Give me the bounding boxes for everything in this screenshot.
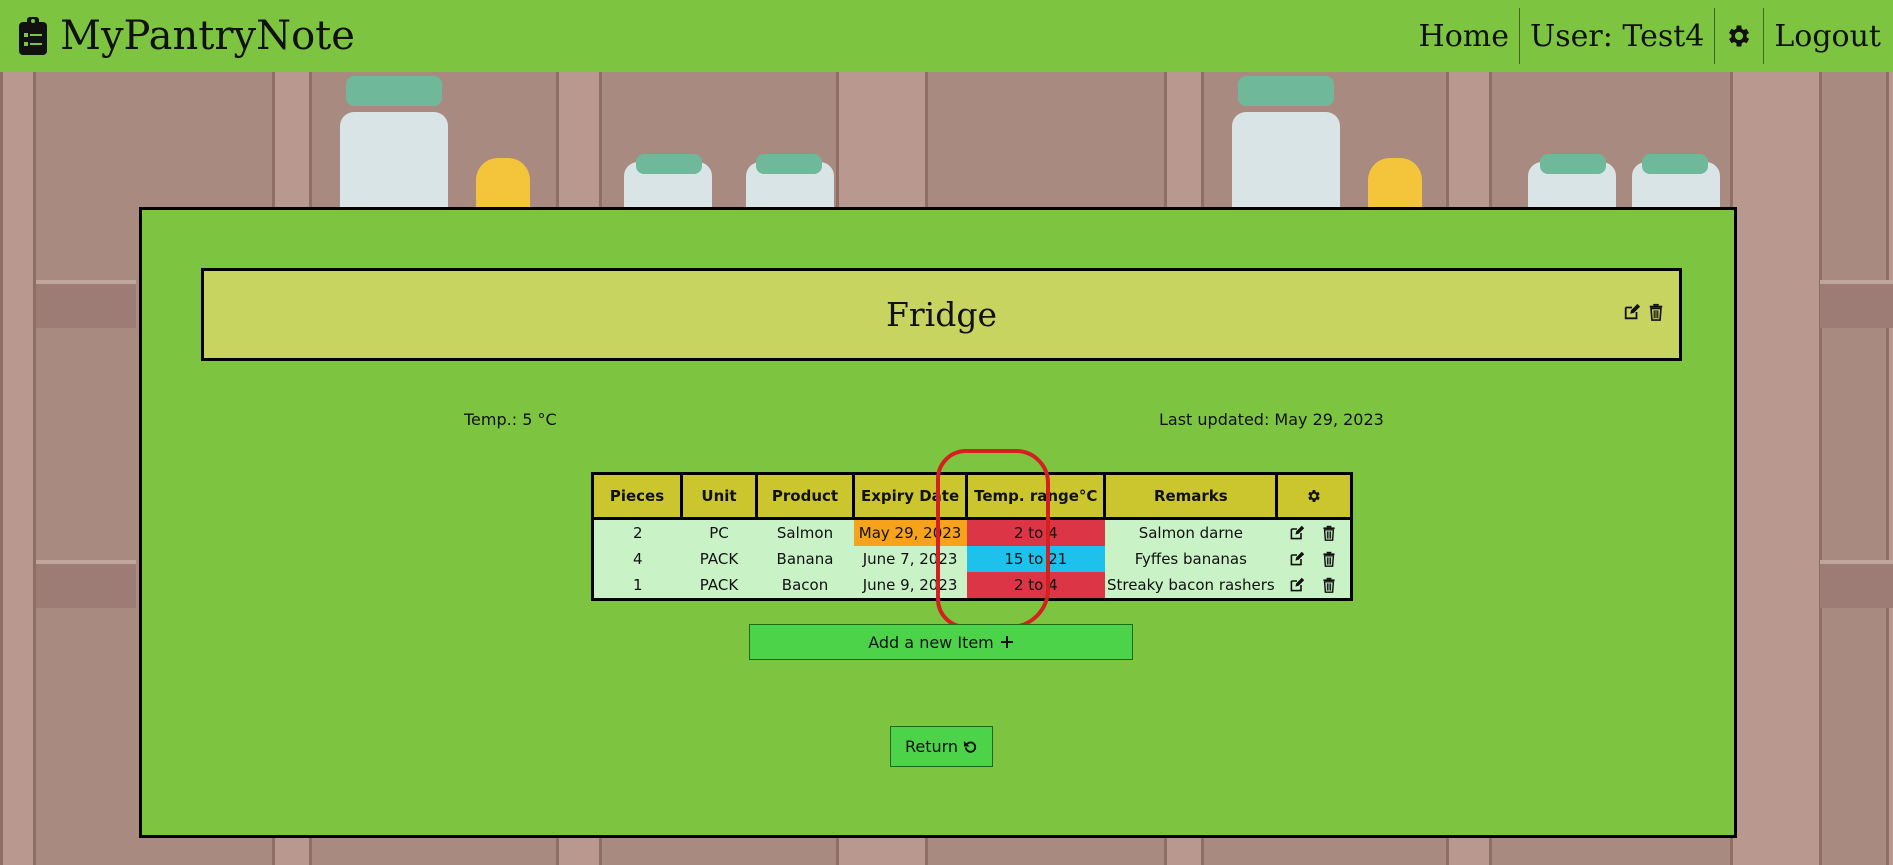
edit-storage-button[interactable] [1623,303,1641,321]
table-row: 1 PACK Bacon June 9, 2023 2 to 4 Streaky… [592,572,1352,600]
cell-expiry: May 29, 2023 [853,518,967,546]
navbar: MyPantryNote Home User: Test4 Logout [0,0,1893,72]
cell-product: Salmon [756,518,854,546]
table-header-row: Pieces Unit Product Expiry Date Temp. ra… [591,472,1354,520]
cell-product: Banana [756,546,854,572]
add-item-button[interactable]: Add a new Item [749,624,1133,660]
header-unit: Unit [680,472,758,520]
trash-icon [1323,525,1336,541]
delete-storage-button[interactable] [1647,303,1665,321]
delete-item-button[interactable] [1321,525,1337,541]
edit-icon [1624,303,1641,320]
cell-unit: PACK [681,546,757,572]
cell-product: Bacon [756,572,854,600]
header-expiry: Expiry Date [851,472,969,520]
cell-remarks: Fyffes bananas [1104,546,1277,572]
return-label: Return [904,737,959,756]
edit-item-button[interactable] [1289,525,1305,541]
cell-unit: PACK [681,572,757,600]
clipboard-icon [18,16,48,56]
table-row: 2 PC Salmon May 29, 2023 2 to 4 Salmon d… [592,518,1352,546]
cell-actions [1276,546,1352,572]
cell-actions [1276,518,1352,546]
edit-item-button[interactable] [1289,551,1305,567]
header-remarks: Remarks [1103,472,1279,520]
return-button[interactable]: Return [890,726,993,767]
cell-expiry: June 7, 2023 [853,546,967,572]
edit-icon [1291,525,1305,540]
items-table: Pieces Unit Product Expiry Date Temp. ra… [591,472,1354,601]
brand-name: MyPantryNote [60,13,355,59]
delete-item-button[interactable] [1321,577,1337,593]
brand-link[interactable]: MyPantryNote [18,13,355,59]
cell-pieces: 4 [592,546,682,572]
nav-user[interactable]: User: Test4 [1520,8,1714,64]
edit-icon [1291,551,1305,566]
cell-expiry: June 9, 2023 [853,572,967,600]
plus-icon [1000,636,1013,648]
page-title: Fridge [885,295,997,334]
nav-settings[interactable] [1715,8,1763,64]
add-item-label: Add a new Item [868,632,994,652]
header-product: Product [755,472,855,520]
cell-temp-range: 2 to 4 [966,518,1105,546]
cell-remarks: Streaky bacon rashers [1104,572,1277,600]
gear-icon [1308,490,1320,502]
trash-icon [1649,303,1663,321]
header-temp-range: Temp. range°C [965,472,1107,520]
undo-icon [963,740,977,753]
cell-remarks: Salmon darne [1104,518,1277,546]
storage-panel: Fridge Temp.: 5 °C Last updated: May 29,… [139,207,1737,838]
nav-home[interactable]: Home [1409,8,1519,64]
table-row: 4 PACK Banana June 7, 2023 15 to 21 Fyff… [592,546,1352,572]
trash-icon [1323,551,1336,567]
header-settings [1275,472,1354,520]
edit-item-button[interactable] [1289,577,1305,593]
cell-temp-range: 15 to 21 [966,546,1105,572]
last-updated: Last updated: May 29, 2023 [1159,410,1384,429]
gear-icon [1729,25,1750,47]
storage-title-box: Fridge [201,268,1682,361]
cell-temp-range: 2 to 4 [966,572,1105,600]
edit-icon [1291,577,1305,592]
cell-pieces: 1 [592,572,682,600]
nav-logout[interactable]: Logout [1764,8,1893,64]
storage-temperature: Temp.: 5 °C [464,410,557,429]
trash-icon [1323,577,1336,593]
delete-item-button[interactable] [1321,551,1337,567]
cell-pieces: 2 [592,518,682,546]
cell-unit: PC [681,518,757,546]
header-pieces: Pieces [591,472,683,520]
cell-actions [1276,572,1352,600]
